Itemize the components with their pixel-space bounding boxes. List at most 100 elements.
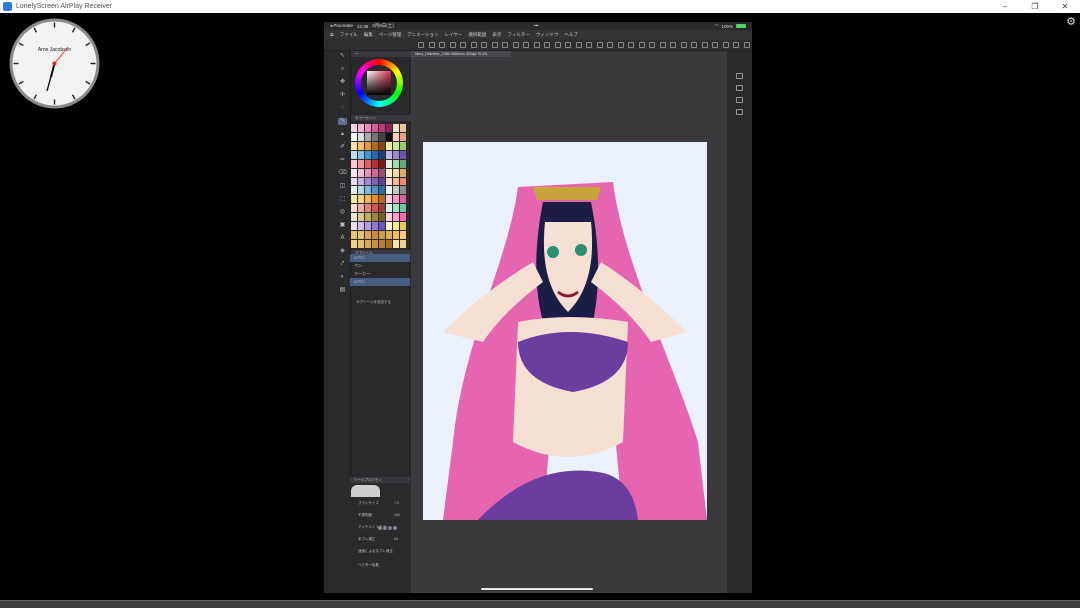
color-swatch[interactable] xyxy=(386,222,392,231)
color-swatch[interactable] xyxy=(393,150,399,159)
color-swatch[interactable] xyxy=(379,141,385,150)
color-swatch[interactable] xyxy=(379,159,385,168)
command-bar-icon[interactable] xyxy=(617,42,624,48)
color-swatch[interactable] xyxy=(351,141,357,150)
tool-icon[interactable]: ↖ xyxy=(338,53,347,60)
tool-icon[interactable]: ⤤ xyxy=(338,261,347,268)
tool-icon[interactable]: ✢ xyxy=(338,92,347,99)
command-bar-icon[interactable] xyxy=(722,42,729,48)
color-swatch[interactable] xyxy=(379,231,385,240)
command-bar-icon[interactable] xyxy=(512,42,519,48)
maximize-button[interactable]: ❐ xyxy=(1020,0,1050,13)
command-bar-icon[interactable] xyxy=(733,42,739,48)
color-swatch[interactable] xyxy=(365,132,371,141)
tool-icon[interactable]: A xyxy=(338,235,347,242)
menu-view[interactable]: 表示 xyxy=(492,32,501,38)
color-swatch[interactable] xyxy=(393,240,399,248)
command-bar-icon[interactable] xyxy=(649,42,655,48)
command-bar-icon[interactable] xyxy=(680,42,687,48)
document-tab[interactable]: Nima_Definitive_2786×3686mm 300dpi 70.4% xyxy=(411,51,511,57)
color-swatch[interactable] xyxy=(358,204,364,213)
color-swatch[interactable] xyxy=(372,231,378,240)
menu-edit[interactable]: 編集 xyxy=(364,32,373,38)
layer-icon[interactable] xyxy=(736,73,743,79)
color-swatch[interactable] xyxy=(351,150,357,159)
color-swatch[interactable] xyxy=(400,150,406,159)
color-swatch[interactable] xyxy=(358,195,364,204)
vector-snap-checkbox[interactable]: ベクター吸着 xyxy=(358,563,379,568)
command-bar-icon[interactable] xyxy=(586,42,592,48)
subtool-marker[interactable]: マーカー xyxy=(350,270,410,278)
tool-icon[interactable]: ◫ xyxy=(338,183,347,190)
command-bar-icon[interactable] xyxy=(470,42,477,48)
command-bar-icon[interactable] xyxy=(418,42,424,48)
gear-icon[interactable]: ⚙ xyxy=(1066,15,1076,28)
color-swatch[interactable] xyxy=(372,159,378,168)
command-bar-icon[interactable] xyxy=(439,42,445,48)
color-swatch[interactable] xyxy=(351,213,357,222)
command-bar-icon[interactable] xyxy=(575,42,582,48)
command-bar-icon[interactable] xyxy=(670,42,676,48)
command-bar-icon[interactable] xyxy=(523,42,529,48)
color-swatch[interactable] xyxy=(372,222,378,231)
color-swatch[interactable] xyxy=(379,168,385,177)
color-swatch[interactable] xyxy=(365,150,371,159)
color-swatch[interactable] xyxy=(400,141,406,150)
stabilization-value[interactable]: 84 xyxy=(394,537,398,541)
color-swatch[interactable] xyxy=(351,186,357,195)
color-swatch[interactable] xyxy=(358,222,364,231)
color-swatch[interactable] xyxy=(386,150,392,159)
color-swatch[interactable] xyxy=(393,141,399,150)
color-swatch[interactable] xyxy=(386,231,392,240)
color-swatch[interactable] xyxy=(358,124,364,132)
tool-icon[interactable]: ◈ xyxy=(338,248,347,255)
color-swatch[interactable] xyxy=(372,195,378,204)
material-icon[interactable] xyxy=(736,97,743,103)
color-swatch[interactable] xyxy=(365,177,371,186)
speed-stabilization-checkbox[interactable]: 速度による手ブレ補正 xyxy=(358,549,393,554)
color-swatch[interactable] xyxy=(393,231,399,240)
subtool-pen[interactable]: ペン xyxy=(350,262,410,270)
tool-icon[interactable]: ▤ xyxy=(338,287,347,294)
multitask-dots[interactable]: ••• xyxy=(534,23,539,28)
artwork-canvas-illustration[interactable] xyxy=(423,142,707,520)
color-swatch[interactable] xyxy=(386,141,392,150)
color-swatch[interactable] xyxy=(386,213,392,222)
subtool-g-pen[interactable]: Gペン xyxy=(350,254,410,262)
color-swatch[interactable] xyxy=(386,186,392,195)
minimize-button[interactable]: – xyxy=(990,0,1020,13)
color-swatch[interactable] xyxy=(400,132,406,141)
color-swatch[interactable] xyxy=(372,213,378,222)
antialias-selector[interactable] xyxy=(378,526,397,530)
color-swatch[interactable] xyxy=(358,186,364,195)
color-swatch[interactable] xyxy=(365,240,371,248)
color-swatch[interactable] xyxy=(365,231,371,240)
menu-help[interactable]: ヘルプ xyxy=(564,32,578,38)
tool-icon[interactable]: ⌫ xyxy=(338,170,347,177)
color-swatch[interactable] xyxy=(379,132,385,141)
status-app[interactable]: ◂ Procreate xyxy=(330,23,353,29)
color-swatch[interactable] xyxy=(351,195,357,204)
tool-icon[interactable]: ◎ xyxy=(338,209,347,216)
command-bar-icon[interactable] xyxy=(607,42,613,48)
color-swatch[interactable] xyxy=(351,222,357,231)
color-swatch[interactable] xyxy=(379,222,385,231)
tool-icon[interactable]: ⬚ xyxy=(338,196,347,203)
menu-selection[interactable]: 選択範囲 xyxy=(468,32,486,38)
color-swatch[interactable] xyxy=(379,124,385,132)
color-swatch[interactable] xyxy=(358,177,364,186)
color-swatch[interactable] xyxy=(400,240,406,248)
app-menu-icon[interactable]: ✿ xyxy=(330,32,334,38)
color-swatch[interactable] xyxy=(393,177,399,186)
color-swatch[interactable] xyxy=(351,159,357,168)
color-swatch[interactable] xyxy=(400,186,406,195)
close-button[interactable]: ✕ xyxy=(1050,0,1080,13)
color-swatch[interactable] xyxy=(365,124,371,132)
color-swatch[interactable] xyxy=(365,159,371,168)
menu-file[interactable]: ファイル xyxy=(340,32,358,38)
color-swatch[interactable] xyxy=(386,132,392,141)
color-swatch[interactable] xyxy=(400,177,406,186)
color-swatch[interactable] xyxy=(358,132,364,141)
color-swatch[interactable] xyxy=(379,204,385,213)
color-swatch[interactable] xyxy=(393,168,399,177)
